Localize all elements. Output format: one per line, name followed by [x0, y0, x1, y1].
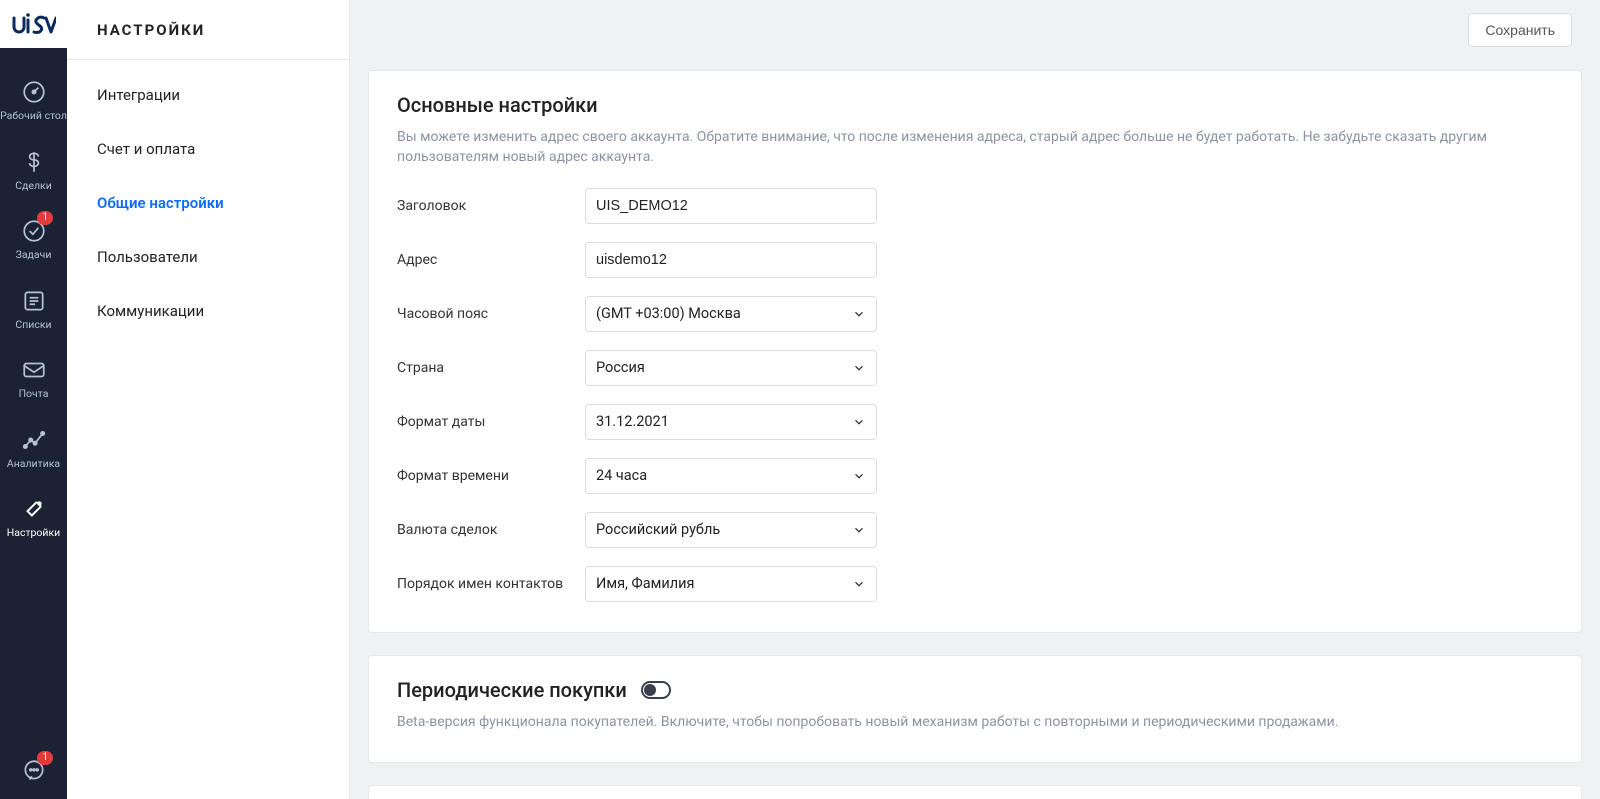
settings-subnav: НАСТРОЙКИ Интеграции Счет и оплата Общие… [67, 0, 350, 799]
rail-label: Сделки [15, 180, 52, 192]
logo-icon [12, 12, 56, 36]
mail-icon [20, 356, 48, 384]
address-input[interactable] [585, 242, 877, 278]
nav-rail: Рабочий стол Сделки 1 Задачи Списки [0, 0, 67, 799]
rail-item-deals[interactable]: Сделки [0, 144, 67, 196]
subnav-billing[interactable]: Счет и оплата [67, 122, 349, 176]
card-general-settings: Основные настройки Вы можете изменить ад… [368, 70, 1582, 633]
field-label: Адрес [397, 252, 585, 268]
field-address: Адрес [397, 242, 1553, 278]
field-country: Страна Россия [397, 350, 1553, 386]
page-title: НАСТРОЙКИ [67, 0, 349, 60]
timezone-select[interactable]: (GMT +03:00) Москва [585, 296, 877, 332]
field-label: Заголовок [397, 198, 585, 214]
field-title: Заголовок [397, 188, 1553, 224]
card-goods: Товары [368, 785, 1582, 799]
gauge-icon [20, 78, 48, 106]
rail-label: Аналитика [7, 458, 60, 470]
content-scroll[interactable]: Основные настройки Вы можете изменить ад… [350, 60, 1600, 799]
select-value: Россия [596, 359, 645, 376]
card-periodic-purchases: Периодические покупки Beta-версия функци… [368, 655, 1582, 763]
rail-label: Рабочий стол [0, 110, 67, 122]
select-value: 31.12.2021 [596, 413, 669, 430]
field-timezone: Часовой пояс (GMT +03:00) Москва [397, 296, 1553, 332]
tasks-badge: 1 [37, 211, 53, 225]
section-title: Периодические покупки [397, 678, 1553, 702]
rail-item-lists[interactable]: Списки [0, 283, 67, 335]
dollar-icon [20, 148, 48, 176]
select-value: Имя, Фамилия [596, 575, 694, 592]
subnav-integrations[interactable]: Интеграции [67, 68, 349, 122]
field-label: Часовой пояс [397, 306, 585, 322]
field-nameorder: Порядок имен контактов Имя, Фамилия [397, 566, 1553, 602]
title-input[interactable] [585, 188, 877, 224]
chevron-down-icon [852, 307, 866, 321]
rail-label: Почта [19, 388, 49, 400]
section-desc: Вы можете изменить адрес своего аккаунта… [397, 127, 1553, 168]
chevron-down-icon [852, 415, 866, 429]
field-timeformat: Формат времени 24 часа [397, 458, 1553, 494]
chevron-down-icon [852, 361, 866, 375]
subnav-general[interactable]: Общие настройки [67, 176, 349, 230]
rail-item-mail[interactable]: Почта [0, 352, 67, 404]
rail-item-dashboard[interactable]: Рабочий стол [0, 74, 67, 126]
chevron-down-icon [852, 577, 866, 591]
field-currency: Валюта сделок Российский рубль [397, 512, 1553, 548]
subnav-communications[interactable]: Коммуникации [67, 284, 349, 338]
section-title: Основные настройки [397, 93, 1553, 117]
list-icon [20, 287, 48, 315]
timeformat-select[interactable]: 24 часа [585, 458, 877, 494]
rail-item-tasks[interactable]: 1 Задачи [0, 213, 67, 265]
field-dateformat: Формат даты 31.12.2021 [397, 404, 1553, 440]
chart-icon [20, 426, 48, 454]
rail-label: Задачи [16, 249, 52, 261]
content-area: Сохранить Основные настройки Вы можете и… [350, 0, 1600, 799]
chevron-down-icon [852, 523, 866, 537]
rail-item-settings[interactable]: Настройки [0, 491, 67, 543]
subnav-users[interactable]: Пользователи [67, 230, 349, 284]
field-label: Формат времени [397, 468, 585, 484]
field-label: Формат даты [397, 414, 585, 430]
section-title-text: Периодические покупки [397, 678, 627, 702]
country-select[interactable]: Россия [585, 350, 877, 386]
nameorder-select[interactable]: Имя, Фамилия [585, 566, 877, 602]
section-desc: Beta-версия функционала покупателей. Вкл… [397, 712, 1553, 732]
app-logo [0, 0, 67, 48]
chevron-down-icon [852, 469, 866, 483]
save-button[interactable]: Сохранить [1468, 13, 1572, 47]
currency-select[interactable]: Российский рубль [585, 512, 877, 548]
periodic-toggle[interactable] [641, 681, 671, 699]
select-value: Российский рубль [596, 521, 720, 538]
wrench-icon [20, 495, 48, 523]
rail-label: Настройки [7, 527, 60, 539]
rail-item-analytics[interactable]: Аналитика [0, 422, 67, 474]
dateformat-select[interactable]: 31.12.2021 [585, 404, 877, 440]
field-label: Порядок имен контактов [397, 576, 585, 592]
select-value: (GMT +03:00) Москва [596, 305, 741, 322]
content-toolbar: Сохранить [350, 0, 1600, 60]
field-label: Валюта сделок [397, 522, 585, 538]
select-value: 24 часа [596, 467, 647, 484]
rail-item-chat[interactable]: 1 [0, 753, 67, 785]
rail-label: Списки [15, 319, 51, 331]
chat-badge: 1 [37, 751, 53, 765]
field-label: Страна [397, 360, 585, 376]
